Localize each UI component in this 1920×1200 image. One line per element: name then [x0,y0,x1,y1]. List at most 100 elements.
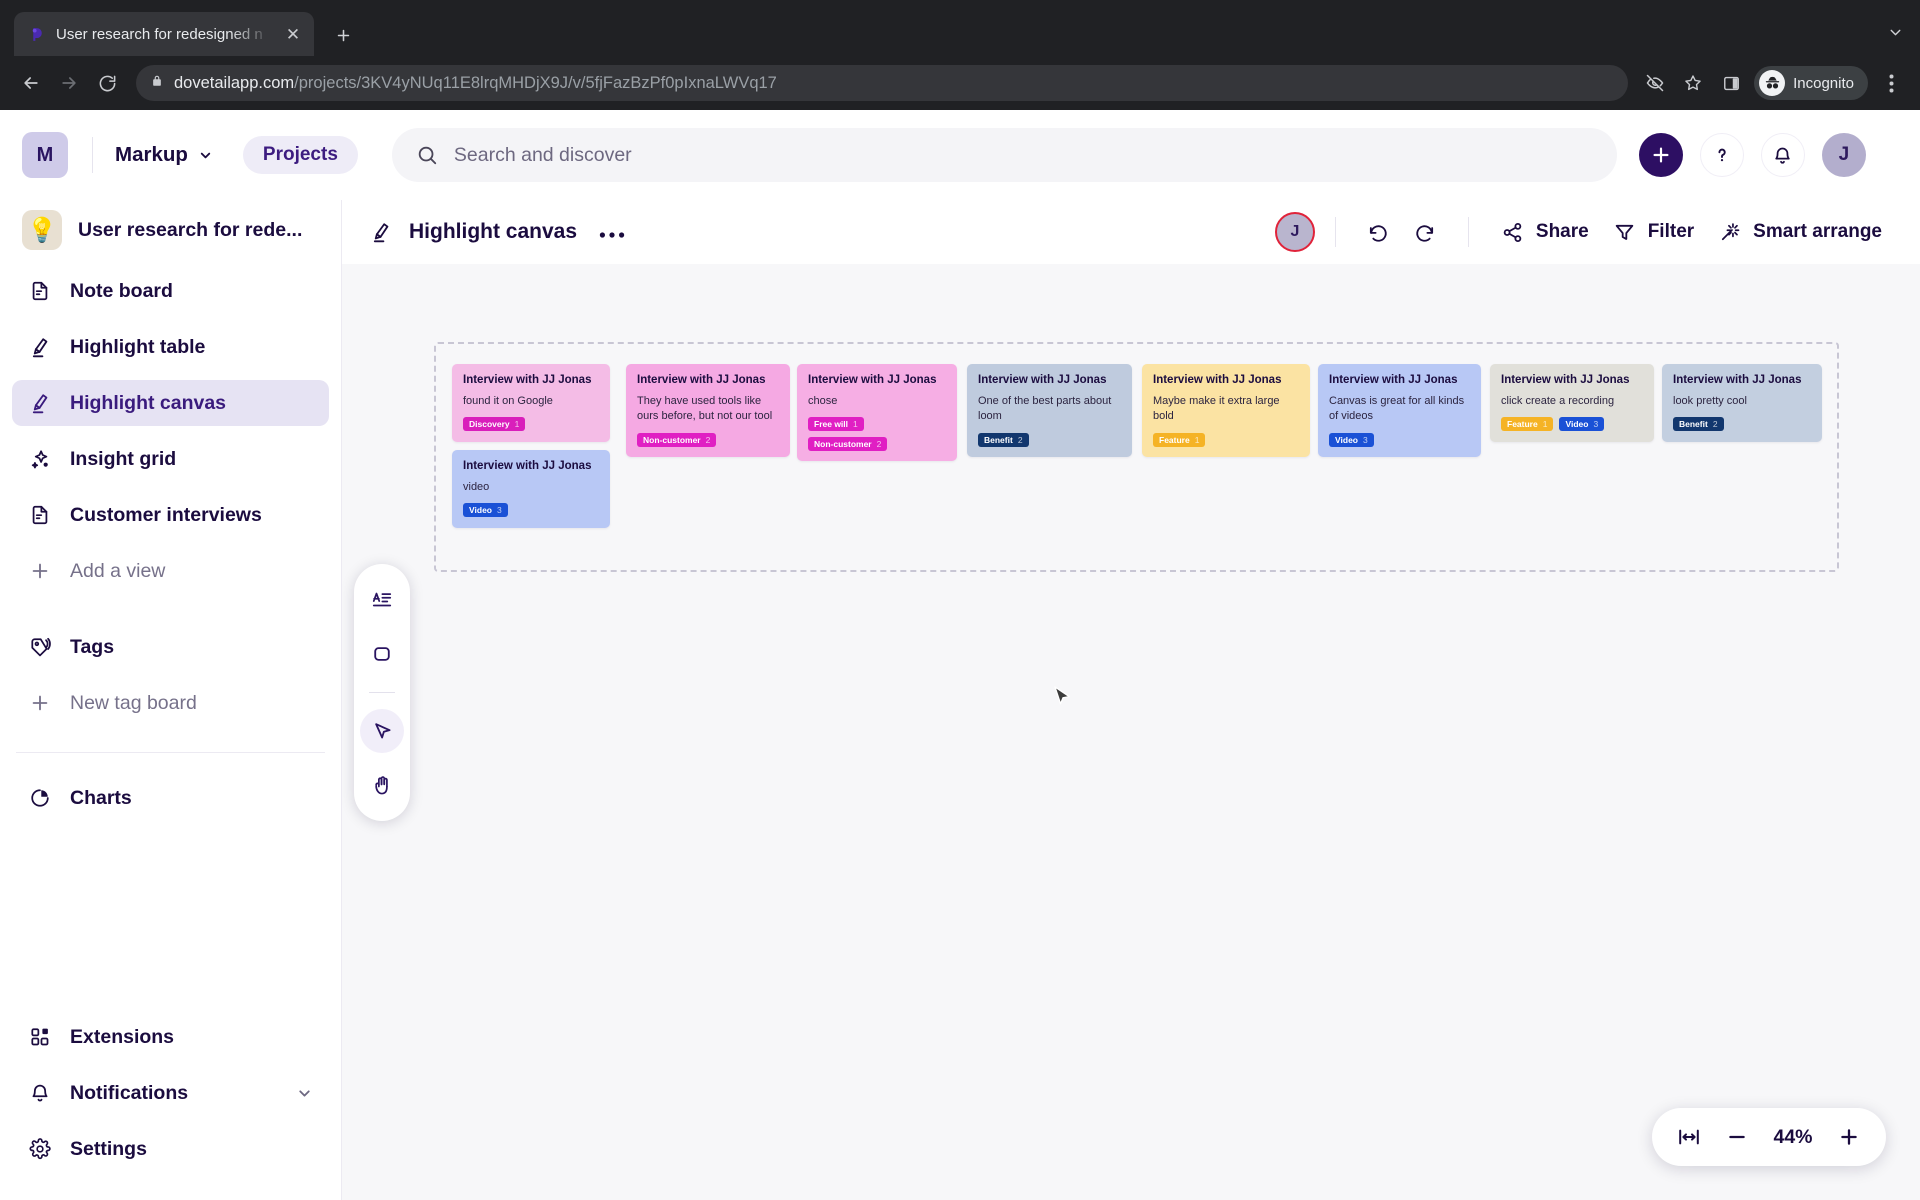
highlight-card[interactable]: Interview with JJ Jonas look pretty cool B… [1662,364,1822,442]
ellipsis-icon[interactable] [599,226,625,239]
card-body: chose [808,394,838,407]
card-title: Interview with JJ Jonas [637,374,766,386]
tag-chip[interactable]: Video 3 [463,503,508,518]
canvas-toolbar: Highlight canvas J Share Filter Smart ar… [342,200,1920,264]
redo-button[interactable] [1402,209,1448,255]
text-tool-button[interactable] [360,578,404,622]
tag-count: 3 [1363,435,1368,446]
toolbar-divider [1334,217,1336,247]
back-button[interactable] [14,66,48,100]
omnibox-actions [1640,68,1746,98]
notifications-button[interactable] [1760,133,1805,177]
extensions-icon [28,1025,52,1049]
sidebar-item-note-board[interactable]: Note board [12,268,329,314]
bell-icon [28,1081,52,1105]
tag-count: 2 [876,439,882,450]
url-bar[interactable]: dovetailapp.com/projects/3KV4yNUq11E8lrq… [136,65,1629,101]
tag-chip[interactable]: Feature 1 [1153,433,1206,448]
tag-chip[interactable]: Benefit 2 [1673,417,1724,432]
tag-chip[interactable]: Non-customer 2 [808,437,888,452]
sidebar-item-extensions[interactable]: Extensions [12,1014,329,1060]
search-bar[interactable] [391,128,1617,182]
incognito-indicator[interactable]: Incognito [1754,66,1868,100]
magic-wand-icon [1718,221,1741,244]
presence-avatar[interactable]: J [1274,212,1315,252]
sidebar-item-label: Settings [70,1137,147,1160]
star-icon[interactable] [1678,68,1708,98]
search-input[interactable] [453,143,1593,167]
highlight-card[interactable]: Interview with JJ Jonas video Video 3 [452,450,610,528]
sidebar-item-customer-interviews[interactable]: Customer interviews [12,492,329,538]
pan-tool-button[interactable] [360,763,404,807]
create-button[interactable] [1638,133,1683,177]
forward-button[interactable] [52,66,86,100]
projects-nav-button[interactable]: Projects [242,136,358,174]
select-tool-button[interactable] [360,709,404,753]
org-badge[interactable]: M [22,132,68,178]
user-avatar[interactable]: J [1821,133,1866,177]
smart-arrange-label: Smart arrange [1753,221,1882,242]
highlight-canvas-board[interactable]: Interview with JJ Jonas found it on Googl… [342,264,1920,1200]
canvas-title-group[interactable]: Highlight canvas [370,220,577,244]
tag-chip[interactable]: Discovery 1 [463,417,526,432]
card-body: look pretty cool [1673,394,1747,407]
tag-chip[interactable]: Video 3 [1559,417,1605,432]
kebab-menu-icon[interactable] [1876,66,1906,100]
card-tags: Discovery 1 [463,417,600,432]
sidebar-item-tags[interactable]: Tags [12,624,329,670]
undo-button[interactable] [1356,209,1402,255]
zoom-out-button[interactable] [1716,1116,1758,1158]
sidebar-item-insight-grid[interactable]: Insight grid [12,436,329,482]
share-button[interactable]: Share [1489,213,1601,252]
project-header[interactable]: 💡 User research for rede... [0,200,341,262]
highlight-card[interactable]: Interview with JJ Jonas They have used to… [626,364,790,458]
tag-label: Benefit [984,435,1013,446]
workspace-switcher[interactable]: Markup [115,143,213,167]
card-title: Interview with JJ Jonas [463,374,592,386]
tag-chip[interactable]: Non-customer 2 [637,433,717,448]
eye-off-icon[interactable] [1640,68,1670,98]
browser-tab[interactable]: User research for redesigned n ✕ [14,12,314,56]
sidebar-item-charts[interactable]: Charts [12,775,329,821]
highlight-card[interactable]: Interview with JJ Jonas Maybe make it ext… [1142,364,1310,458]
views-nav: Note board Highlight table Highlight can… [0,262,341,604]
tag-chip[interactable]: Free will 1 [808,417,864,432]
sparkles-icon [28,447,52,471]
zoom-in-button[interactable] [1828,1116,1870,1158]
sidebar-item-settings[interactable]: Settings [12,1126,329,1172]
search-icon [416,144,438,166]
chevron-down-icon [198,148,213,163]
tag-label: Feature [1159,435,1190,446]
tag-chip[interactable]: Feature 1 [1501,417,1554,432]
highlight-card[interactable]: Interview with JJ Jonas found it on Googl… [452,364,610,442]
tag-count: 1 [514,419,520,430]
chevron-down-icon[interactable] [296,1085,313,1102]
side-panel-icon[interactable] [1716,68,1746,98]
highlight-card[interactable]: Interview with JJ Jonas chose Free will 1 No… [797,364,957,462]
highlight-card[interactable]: Interview with JJ Jonas One of the best p… [967,364,1132,458]
sidebar-item-label: Note board [70,279,173,302]
help-button[interactable] [1699,133,1744,177]
sidebar-item-highlight-table[interactable]: Highlight table [12,324,329,370]
sidebar-item-notifications[interactable]: Notifications [12,1070,329,1116]
sidebar-item-label: Highlight canvas [70,391,227,414]
close-icon[interactable]: ✕ [282,26,304,43]
add-a-view-button[interactable]: Add a view [12,548,329,594]
highlight-card[interactable]: Interview with JJ Jonas Canvas is great f… [1318,364,1481,458]
chevron-down-icon[interactable] [1887,24,1904,46]
new-tag-board-button[interactable]: New tag board [12,680,329,726]
zoom-level[interactable]: 44% [1764,1126,1822,1149]
highlight-card[interactable]: Interview with JJ Jonas click create a re… [1490,364,1654,442]
smart-arrange-button[interactable]: Smart arrange [1706,213,1894,252]
tag-chip[interactable]: Benefit 2 [978,433,1029,448]
fit-to-width-button[interactable] [1668,1116,1710,1158]
shape-tool-button[interactable] [360,632,404,676]
sidebar-item-highlight-canvas[interactable]: Highlight canvas [12,380,329,426]
card-tags: Video 3 [463,503,600,518]
filter-button[interactable]: Filter [1601,213,1706,252]
reload-button[interactable] [90,66,124,100]
tag-label: Benefit [1679,419,1708,430]
tag-chip[interactable]: Video 3 [1329,433,1374,448]
new-tab-button[interactable] [326,18,360,52]
dovetail-logo-icon [28,25,46,43]
